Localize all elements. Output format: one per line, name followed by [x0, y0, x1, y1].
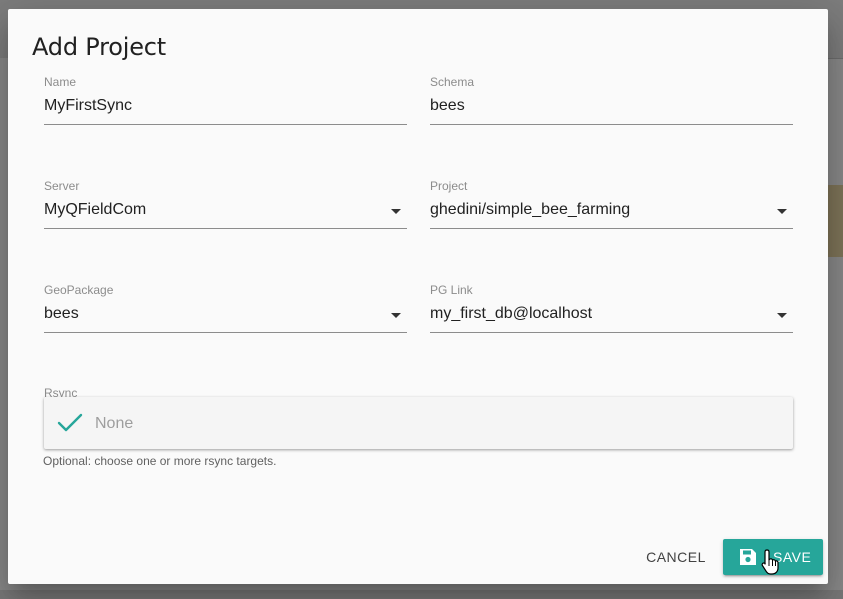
server-label: Server — [44, 179, 80, 193]
cancel-button[interactable]: CANCEL — [640, 539, 712, 575]
geopackage-dropdown-icon[interactable] — [391, 313, 401, 318]
schema-label: Schema — [430, 75, 475, 89]
geopackage-underline — [44, 332, 407, 333]
project-value[interactable]: ghedini/simple_bee_farming — [430, 201, 630, 219]
project-select[interactable]: Project ghedini/simple_bee_farming — [430, 179, 793, 235]
pglink-dropdown-icon[interactable] — [777, 313, 787, 318]
rsync-hint: Optional: choose one or more rsync targe… — [43, 454, 277, 468]
backdrop-banner-edge — [828, 185, 843, 257]
pglink-label: PG Link — [430, 283, 473, 297]
backdrop-divider — [828, 58, 843, 59]
project-dropdown-icon[interactable] — [777, 209, 787, 214]
schema-input[interactable]: bees — [430, 97, 465, 115]
rsync-option-label: None — [95, 415, 134, 432]
server-value[interactable]: MyQFieldCom — [44, 201, 146, 219]
pglink-underline — [430, 332, 793, 333]
schema-field[interactable]: Schema bees — [430, 75, 793, 131]
project-underline — [430, 228, 793, 229]
save-label: SAVE — [773, 549, 812, 565]
floppy-disk-icon — [740, 549, 756, 565]
geopackage-select[interactable]: GeoPackage bees — [44, 283, 407, 339]
name-label: Name — [44, 75, 77, 89]
server-underline — [44, 228, 407, 229]
backdrop-footer — [0, 590, 843, 599]
project-label: Project — [430, 179, 468, 193]
server-select[interactable]: Server MyQFieldCom — [44, 179, 407, 235]
save-button[interactable]: SAVE — [723, 539, 823, 575]
rsync-option-none[interactable]: None — [44, 397, 793, 449]
check-icon — [57, 413, 83, 432]
pglink-value[interactable]: my_first_db@localhost — [430, 305, 592, 323]
name-field[interactable]: Name MyFirstSync — [44, 75, 407, 131]
geopackage-label: GeoPackage — [44, 283, 114, 297]
pglink-select[interactable]: PG Link my_first_db@localhost — [430, 283, 793, 339]
server-dropdown-icon[interactable] — [391, 209, 401, 214]
add-project-dialog: Add Project Name MyFirstSync Schema bees… — [8, 9, 828, 584]
dialog-title: Add Project — [32, 33, 167, 61]
schema-underline — [430, 124, 793, 125]
geopackage-value[interactable]: bees — [44, 305, 79, 323]
name-underline — [44, 124, 407, 125]
name-input[interactable]: MyFirstSync — [44, 97, 132, 115]
